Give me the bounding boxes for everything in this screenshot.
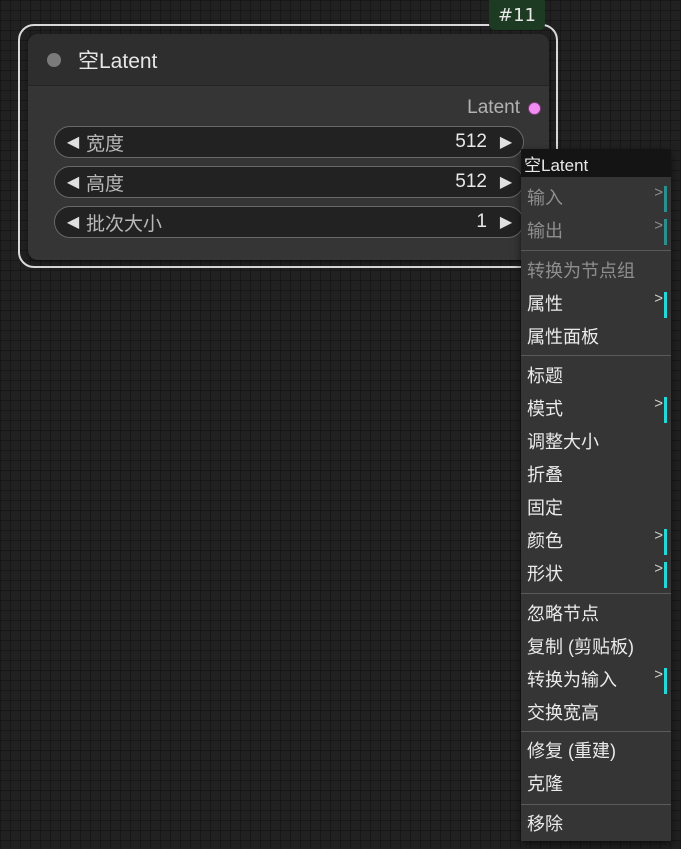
menu-divider bbox=[521, 250, 671, 251]
width-widget[interactable]: ◀ 宽度 512 ▶ bbox=[54, 126, 524, 158]
menu-item-label: 属性面板 bbox=[527, 327, 599, 347]
menu-item-label: 忽略节点 bbox=[527, 604, 599, 624]
menu-item-label: 形状 bbox=[527, 564, 563, 584]
increment-arrow-icon[interactable]: ▶ bbox=[493, 132, 519, 152]
menu-divider bbox=[521, 355, 671, 356]
submenu-chevron-icon: > bbox=[654, 527, 663, 544]
submenu-indicator bbox=[664, 529, 667, 555]
menu-item-convert-to-input[interactable]: 转换为输入 > bbox=[521, 664, 671, 694]
menu-item-label: 克隆 bbox=[527, 774, 563, 794]
widget-value[interactable]: 512 bbox=[455, 131, 487, 153]
decrement-arrow-icon[interactable]: ◀ bbox=[60, 132, 86, 152]
menu-item-pin[interactable]: 固定 bbox=[521, 492, 671, 522]
submenu-chevron-icon: > bbox=[654, 395, 663, 412]
menu-item-bypass[interactable]: 忽略节点 bbox=[521, 598, 671, 628]
menu-item-copy-clipspace[interactable]: 复制 (剪贴板) bbox=[521, 631, 671, 661]
menu-item-label: 颜色 bbox=[527, 531, 563, 551]
output-slot-latent[interactable]: Latent bbox=[467, 96, 541, 120]
widget-label: 宽度 bbox=[86, 133, 125, 155]
submenu-chevron-icon: > bbox=[654, 560, 663, 577]
menu-item-label: 属性 bbox=[527, 294, 563, 314]
menu-item-label: 输入 bbox=[527, 188, 563, 208]
widget-value[interactable]: 1 bbox=[476, 211, 487, 233]
menu-item-fix-recreate[interactable]: 修复 (重建) bbox=[521, 735, 671, 765]
menu-item-clone[interactable]: 克隆 bbox=[521, 768, 671, 798]
menu-item-collapse[interactable]: 折叠 bbox=[521, 459, 671, 489]
empty-latent-node[interactable]: 空Latent Latent ◀ 宽度 512 ▶ ◀ 高度 512 ▶ ◀ 批… bbox=[28, 34, 549, 260]
node-header[interactable]: 空Latent bbox=[28, 34, 549, 86]
menu-item-resize[interactable]: 调整大小 bbox=[521, 426, 671, 456]
menu-item-label: 调整大小 bbox=[527, 432, 599, 452]
menu-title: 空Latent bbox=[521, 149, 671, 177]
output-label: Latent bbox=[467, 97, 520, 118]
menu-item-label: 折叠 bbox=[527, 465, 563, 485]
menu-item-label: 输出 bbox=[527, 221, 563, 241]
submenu-chevron-icon: > bbox=[654, 666, 663, 683]
menu-item-shapes[interactable]: 形状 > bbox=[521, 558, 671, 588]
submenu-chevron-icon: > bbox=[654, 217, 663, 234]
menu-item-title[interactable]: 标题 bbox=[521, 360, 671, 390]
menu-item-label: 转换为节点组 bbox=[527, 261, 635, 281]
decrement-arrow-icon[interactable]: ◀ bbox=[60, 172, 86, 192]
increment-arrow-icon[interactable]: ▶ bbox=[493, 172, 519, 192]
menu-item-label: 模式 bbox=[527, 399, 563, 419]
menu-item-properties-panel[interactable]: 属性面板 bbox=[521, 321, 671, 351]
menu-divider bbox=[521, 804, 671, 805]
height-widget[interactable]: ◀ 高度 512 ▶ bbox=[54, 166, 524, 198]
menu-item-label: 转换为输入 bbox=[527, 670, 617, 690]
menu-divider bbox=[521, 593, 671, 594]
menu-item-label: 复制 (剪贴板) bbox=[527, 637, 634, 657]
submenu-indicator bbox=[664, 186, 667, 212]
node-context-menu: 空Latent 输入 > 输出 > 转换为节点组 属性 > 属性面板 标题 模式… bbox=[521, 149, 671, 841]
submenu-indicator bbox=[664, 668, 667, 694]
menu-item-mode[interactable]: 模式 > bbox=[521, 393, 671, 423]
collapse-dot-icon[interactable] bbox=[47, 52, 61, 67]
widget-value[interactable]: 512 bbox=[455, 171, 487, 193]
increment-arrow-icon[interactable]: ▶ bbox=[493, 212, 519, 232]
menu-item-inputs[interactable]: 输入 > bbox=[521, 182, 671, 212]
decrement-arrow-icon[interactable]: ◀ bbox=[60, 212, 86, 232]
widget-label: 批次大小 bbox=[86, 213, 163, 235]
node-title: 空Latent bbox=[78, 49, 158, 73]
node-id-badge: #11 bbox=[489, 0, 545, 30]
menu-item-colors[interactable]: 颜色 > bbox=[521, 525, 671, 555]
menu-divider bbox=[521, 731, 671, 732]
menu-item-swap-width-height[interactable]: 交换宽高 bbox=[521, 697, 671, 727]
widget-label: 高度 bbox=[86, 173, 125, 195]
menu-item-label: 修复 (重建) bbox=[527, 741, 616, 761]
menu-item-label: 移除 bbox=[527, 814, 563, 834]
submenu-indicator bbox=[664, 562, 667, 588]
submenu-indicator bbox=[664, 397, 667, 423]
menu-item-properties[interactable]: 属性 > bbox=[521, 288, 671, 318]
submenu-indicator bbox=[664, 219, 667, 245]
menu-item-label: 固定 bbox=[527, 498, 563, 518]
batch-size-widget[interactable]: ◀ 批次大小 1 ▶ bbox=[54, 206, 524, 238]
menu-item-outputs[interactable]: 输出 > bbox=[521, 215, 671, 245]
submenu-indicator bbox=[664, 292, 667, 318]
menu-item-convert-to-group[interactable]: 转换为节点组 bbox=[521, 255, 671, 285]
submenu-chevron-icon: > bbox=[654, 184, 663, 201]
menu-item-label: 交换宽高 bbox=[527, 703, 599, 723]
output-connector-icon[interactable] bbox=[528, 101, 541, 115]
menu-item-label: 标题 bbox=[527, 366, 563, 386]
menu-item-remove[interactable]: 移除 bbox=[521, 808, 671, 838]
submenu-chevron-icon: > bbox=[654, 290, 663, 307]
